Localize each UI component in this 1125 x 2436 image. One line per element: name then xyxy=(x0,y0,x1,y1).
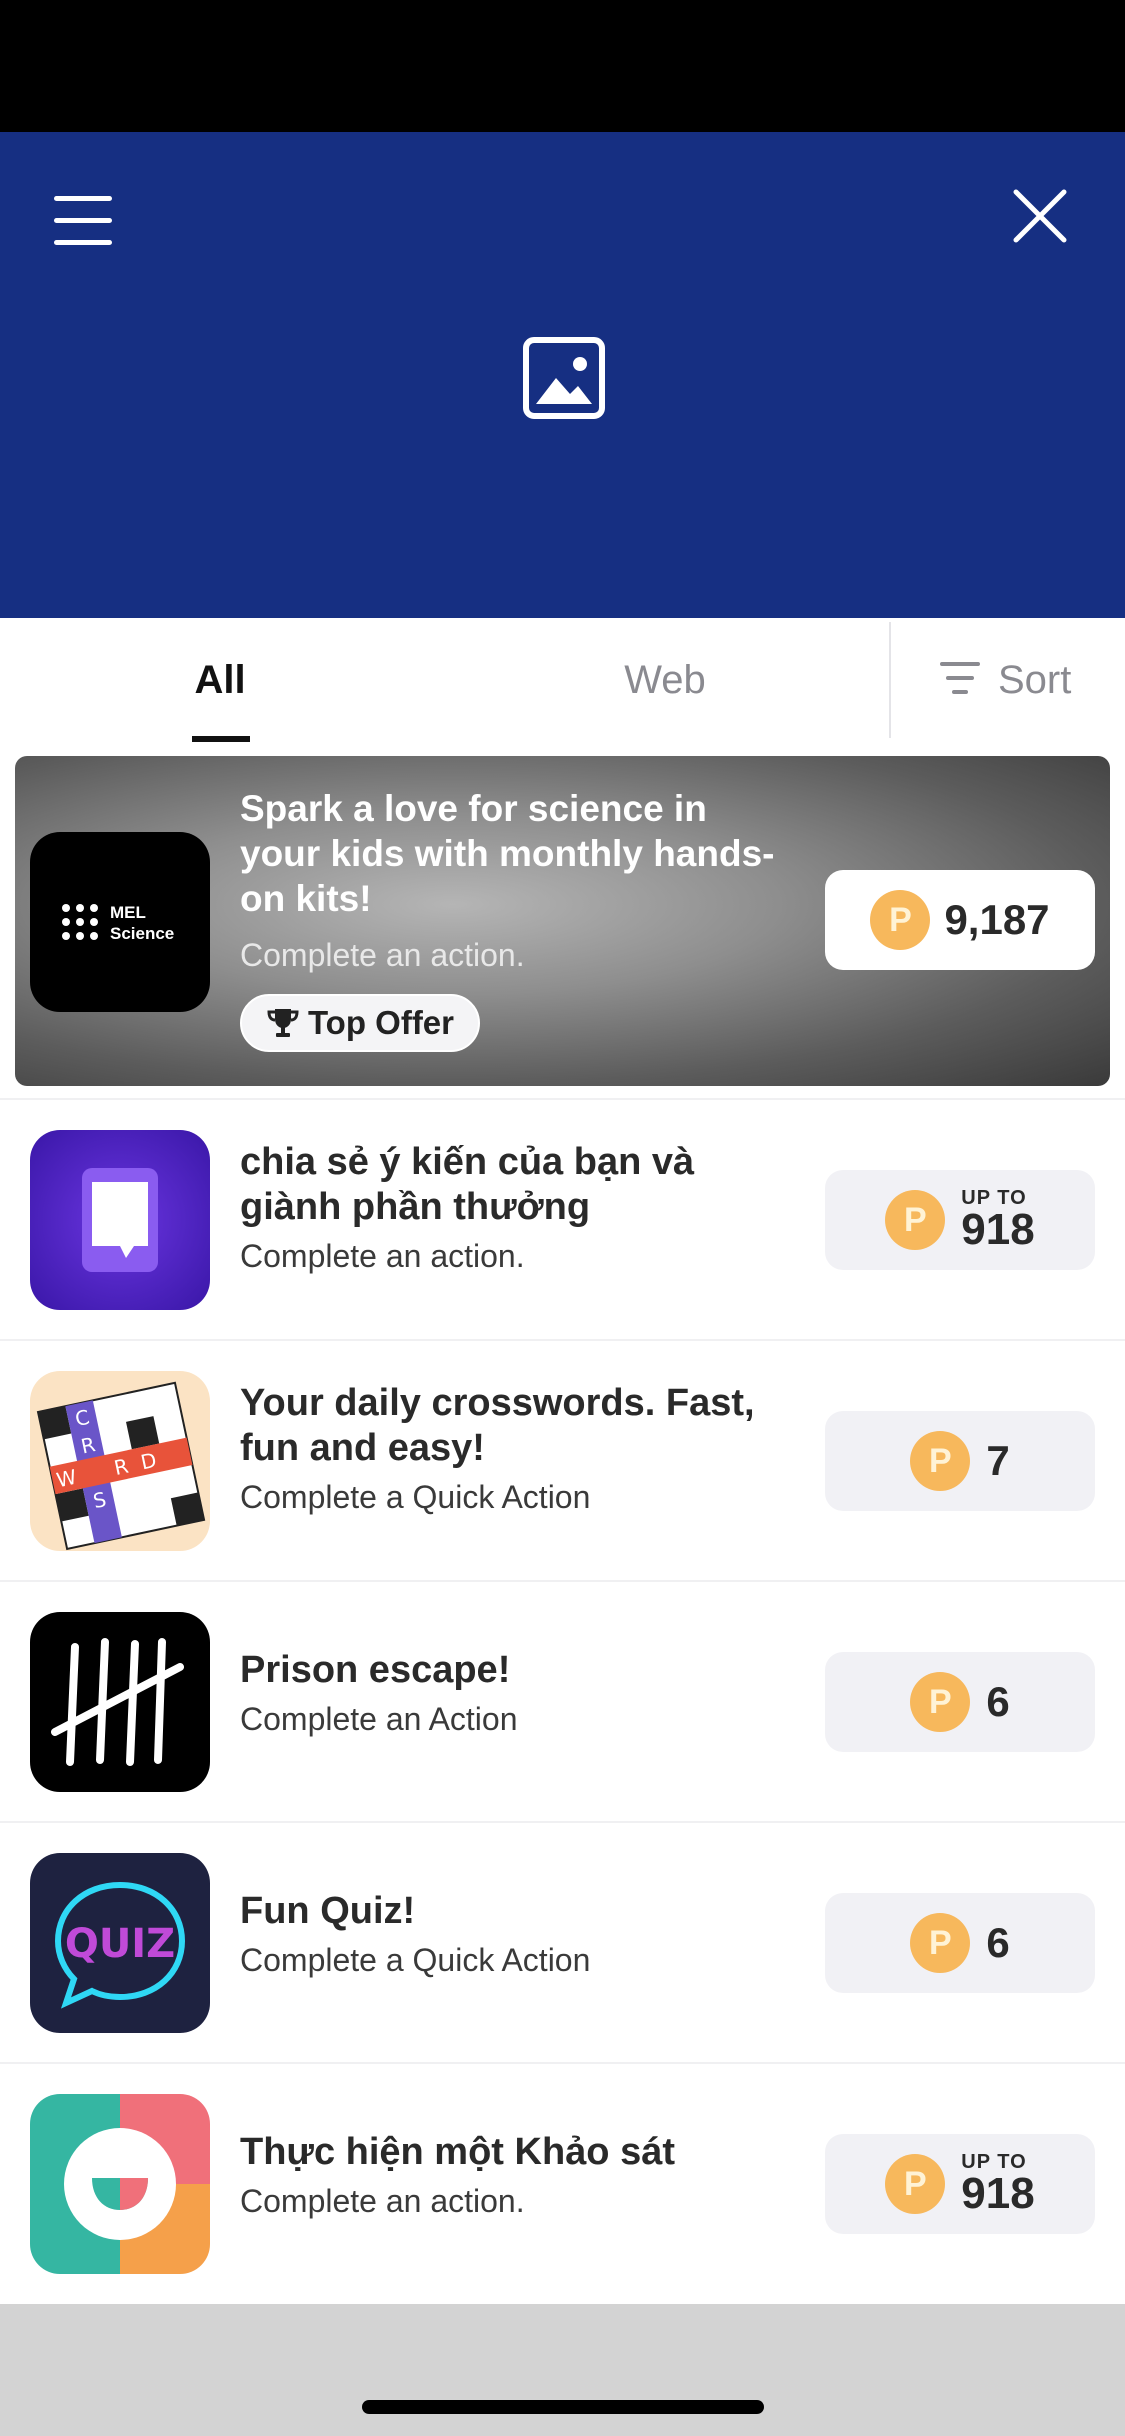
offer-row-share-opinion[interactable]: chia sẻ ý kiến của bạn và giành phần thư… xyxy=(0,1098,1125,1339)
coin-icon: P xyxy=(885,2154,946,2214)
coin-icon: P xyxy=(910,1431,971,1491)
crossword-app-icon: C R W R D S xyxy=(30,1371,210,1551)
offer-row-survey[interactable]: Thực hiện một Khảo sát Complete an actio… xyxy=(0,2062,1125,2303)
reward-amount: 9,187 xyxy=(944,896,1050,943)
offer-subtitle: Complete a Quick Action xyxy=(240,1942,591,1978)
offer-title: Thực hiện một Khảo sát xyxy=(240,2131,675,2173)
coin-icon: P xyxy=(910,1913,971,1973)
reward-amount: 6 xyxy=(986,1678,1010,1725)
tally-marks-app-icon xyxy=(30,1612,210,1792)
tab-divider xyxy=(889,622,891,738)
coin-icon: P xyxy=(910,1672,971,1732)
close-icon[interactable] xyxy=(1008,184,1072,248)
sort-icon xyxy=(940,660,980,701)
offer-title: Your daily crosswords. Fast, fun and eas… xyxy=(240,1382,755,1469)
reward-amount: 7 xyxy=(986,1437,1010,1484)
top-offer-label: Top Offer xyxy=(307,1004,455,1041)
svg-text:QUIZ: QUIZ xyxy=(65,1921,175,1967)
survey-app-icon xyxy=(30,2094,210,2274)
offer-subtitle: Complete an action. xyxy=(240,1238,525,1274)
app-icon-text: MEL Science xyxy=(110,903,175,943)
reward-amount: 918 xyxy=(961,2169,1035,2218)
featured-offer-title: Spark a love for science in your kids wi… xyxy=(240,788,775,919)
reward-button[interactable]: P UP TO 918 xyxy=(825,1170,1095,1270)
coin-icon: P xyxy=(885,1190,946,1250)
reward-button[interactable]: P 6 xyxy=(825,1893,1095,1993)
reward-button[interactable]: P 7 xyxy=(825,1411,1095,1511)
offer-subtitle: Complete an action. xyxy=(240,2183,525,2219)
home-indicator[interactable] xyxy=(362,2400,764,2414)
status-bar xyxy=(0,0,1125,132)
reward-amount: 6 xyxy=(986,1919,1010,1966)
offer-row-crosswords[interactable]: C R W R D S Your daily crosswords. Fast,… xyxy=(0,1339,1125,1580)
offer-row-fun-quiz[interactable]: QUIZ Fun Quiz! Complete a Quick Action P… xyxy=(0,1821,1125,2062)
featured-offer-card[interactable]: MEL Science Spark a love for science in … xyxy=(15,756,1110,1086)
sort-button[interactable]: Sort xyxy=(940,618,1110,742)
offerwall-header xyxy=(0,132,1125,618)
chat-bubble-app-icon xyxy=(30,1130,210,1310)
hamburger-menu-icon[interactable] xyxy=(50,192,120,252)
offer-row-prison-escape[interactable]: Prison escape! Complete an Action P 6 xyxy=(0,1580,1125,1821)
filter-tabs: All Web Sort xyxy=(0,618,1125,742)
trophy-icon xyxy=(267,1009,299,1037)
mel-science-app-icon: MEL Science xyxy=(30,832,210,1012)
reward-button[interactable]: P 6 xyxy=(825,1652,1095,1752)
quiz-app-icon: QUIZ xyxy=(30,1853,210,2033)
offer-title: Prison escape! xyxy=(240,1649,511,1691)
image-placeholder-icon xyxy=(520,334,608,422)
tab-all[interactable]: All xyxy=(150,618,290,742)
bottom-safe-area xyxy=(0,2304,1125,2436)
featured-offer-subtitle: Complete an action. xyxy=(240,937,525,973)
offer-title: chia sẻ ý kiến của bạn và giành phần thư… xyxy=(240,1141,695,1228)
reward-button[interactable]: P UP TO 918 xyxy=(825,2134,1095,2234)
top-offer-badge: Top Offer xyxy=(240,994,480,1052)
tab-web[interactable]: Web xyxy=(560,618,770,742)
offer-subtitle: Complete an Action xyxy=(240,1701,518,1737)
reward-amount: 918 xyxy=(961,1205,1035,1254)
featured-reward-button[interactable]: P 9,187 xyxy=(825,870,1095,970)
sort-label: Sort xyxy=(998,657,1072,702)
active-tab-indicator xyxy=(192,736,250,742)
coin-icon: P xyxy=(870,890,931,950)
dots-grid-icon xyxy=(62,904,98,940)
offer-title: Fun Quiz! xyxy=(240,1890,416,1932)
offer-subtitle: Complete a Quick Action xyxy=(240,1479,591,1515)
